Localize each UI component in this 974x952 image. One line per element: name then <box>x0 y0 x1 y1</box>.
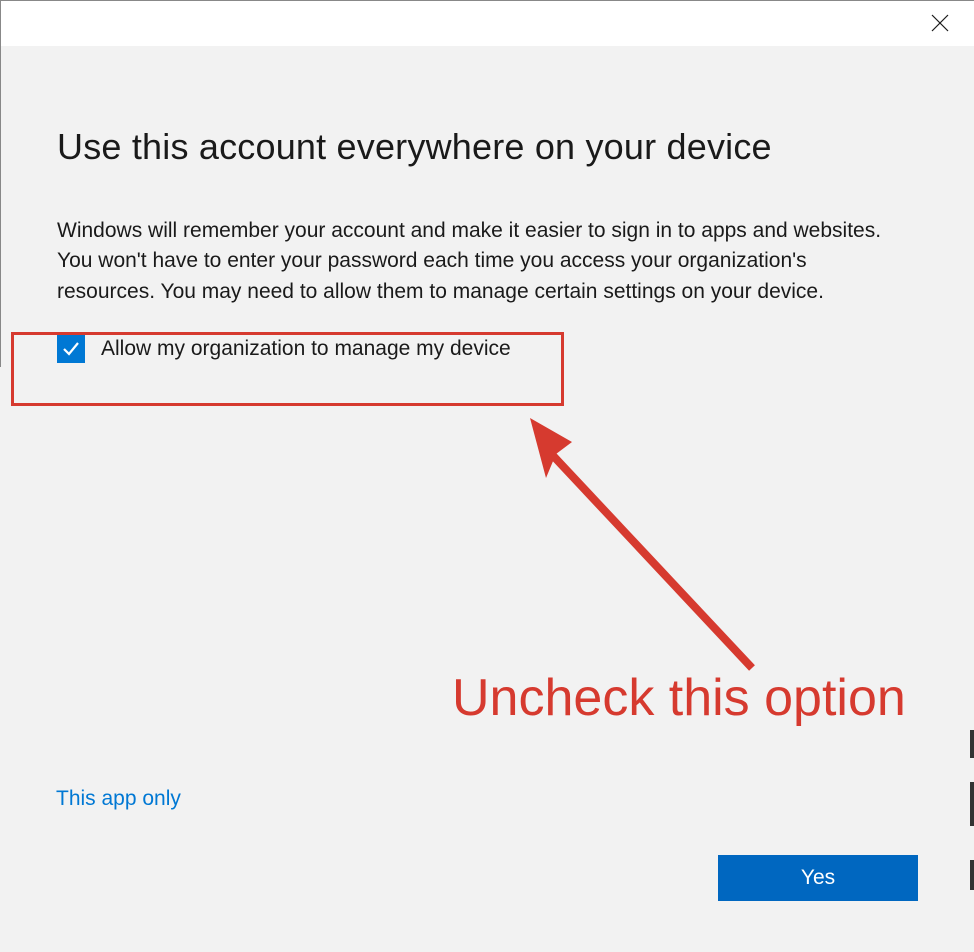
close-button[interactable] <box>930 13 950 33</box>
close-icon <box>931 14 949 32</box>
title-bar <box>0 0 974 46</box>
this-app-only-link[interactable]: This app only <box>56 787 181 810</box>
right-edge-marks <box>970 730 974 930</box>
yes-button[interactable]: Yes <box>718 855 918 901</box>
button-row: Yes <box>718 855 918 901</box>
link-row: This app only <box>56 787 181 811</box>
dialog-heading: Use this account everywhere on your devi… <box>57 126 918 168</box>
checkmark-icon <box>61 339 81 359</box>
manage-device-label[interactable]: Allow my organization to manage my devic… <box>101 337 511 361</box>
dialog-content: Use this account everywhere on your devi… <box>0 46 974 367</box>
annotation-arrow-icon <box>512 406 832 706</box>
dialog-body: Windows will remember your account and m… <box>57 216 887 307</box>
manage-device-checkbox-row[interactable]: Allow my organization to manage my devic… <box>57 331 918 367</box>
manage-device-checkbox[interactable] <box>57 335 85 363</box>
annotation-text: Uncheck this option <box>452 668 906 728</box>
